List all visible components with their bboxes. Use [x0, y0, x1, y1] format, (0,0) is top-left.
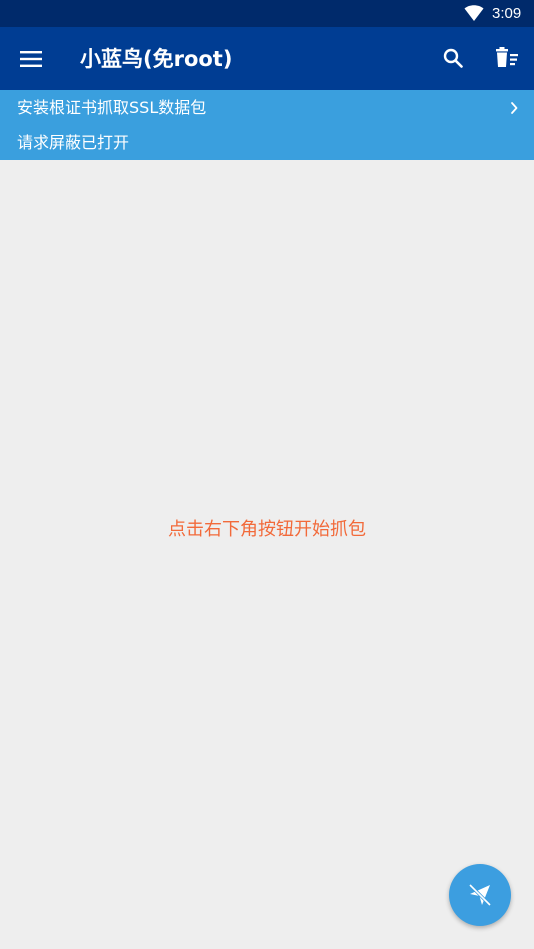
empty-hint: 点击右下角按钮开始抓包 — [168, 519, 366, 540]
clear-list-button[interactable] — [488, 39, 526, 77]
info-banner: 安装根证书抓取SSL数据包 请求屏蔽已打开 — [0, 90, 534, 160]
send-off-icon — [468, 883, 492, 907]
install-cert-row[interactable]: 安装根证书抓取SSL数据包 — [0, 90, 534, 126]
search-icon — [443, 48, 463, 68]
clear-list-icon — [496, 47, 518, 67]
request-block-status: 请求屏蔽已打开 — [17, 133, 130, 152]
menu-icon — [20, 51, 42, 67]
capture-list-area: 点击右下角按钮开始抓包 — [0, 160, 534, 949]
app-bar: 小蓝鸟(免root) — [0, 27, 534, 90]
wifi-icon — [464, 5, 484, 21]
search-button[interactable] — [434, 39, 472, 77]
start-capture-button[interactable] — [449, 864, 511, 926]
status-time: 3:09 — [492, 5, 522, 22]
chevron-right-icon — [511, 102, 518, 114]
status-bar: 3:09 — [0, 0, 534, 27]
menu-button[interactable] — [12, 40, 50, 78]
install-cert-label: 安装根证书抓取SSL数据包 — [17, 98, 207, 117]
page-title: 小蓝鸟(免root) — [80, 47, 233, 71]
